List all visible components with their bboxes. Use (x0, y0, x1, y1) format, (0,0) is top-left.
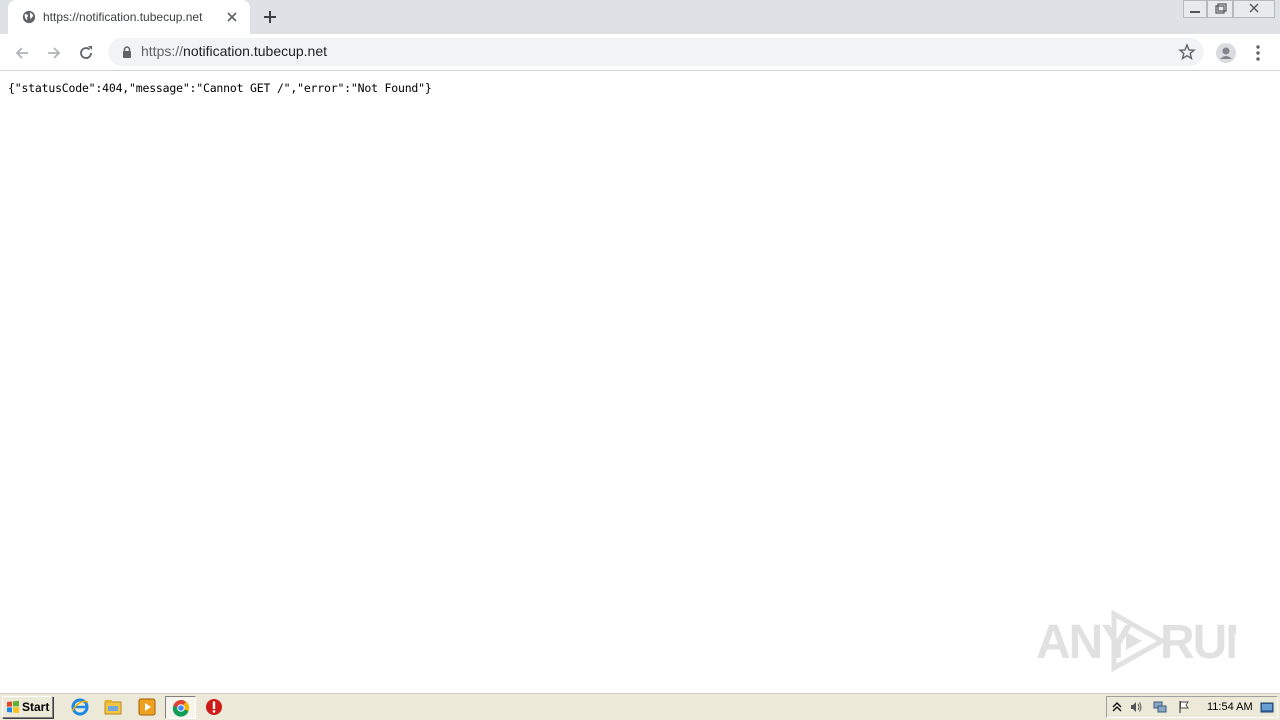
media-player-icon[interactable] (137, 697, 157, 717)
system-tray: 11:54 AM (1106, 696, 1278, 718)
tab-strip: https://notification.tubecup.net (0, 0, 1280, 34)
browser-toolbar: https://notification.tubecup.net (0, 34, 1280, 71)
action-center-flag-icon[interactable] (1177, 700, 1191, 714)
url-text[interactable]: https://notification.tubecup.net (141, 43, 327, 59)
json-response-text: {"statusCode":404,"message":"Cannot GET … (8, 81, 432, 95)
show-hidden-icons-icon[interactable] (1110, 700, 1124, 714)
taskbar: Start 11:54 AM (0, 692, 1280, 720)
globe-icon (22, 10, 36, 24)
windows-logo-icon (7, 700, 19, 713)
url-host: notification.tubecup.net (183, 43, 328, 59)
file-explorer-icon[interactable] (103, 697, 123, 717)
restore-icon (1215, 3, 1227, 14)
watermark-text-left: ANY (1036, 616, 1133, 669)
chrome-icon (172, 700, 190, 717)
volume-icon[interactable] (1129, 700, 1143, 714)
internet-explorer-icon[interactable] (70, 697, 90, 717)
reload-icon[interactable] (76, 43, 96, 63)
close-icon (1249, 3, 1259, 13)
taskbar-clock[interactable]: 11:54 AM (1207, 701, 1253, 713)
bookmark-star-icon[interactable] (1178, 43, 1196, 61)
start-label: Start (22, 700, 50, 714)
taskbar-chrome-button[interactable] (165, 696, 196, 719)
show-desktop-icon[interactable] (1260, 700, 1274, 714)
restore-button[interactable] (1207, 0, 1233, 18)
more-menu-icon[interactable] (1249, 43, 1267, 63)
close-tab-icon[interactable] (224, 9, 240, 25)
start-button[interactable]: Start (2, 696, 53, 718)
page-content: {"statusCode":404,"message":"Cannot GET … (0, 72, 1280, 692)
stop-icon[interactable] (204, 697, 224, 717)
profile-avatar-icon[interactable] (1215, 42, 1237, 64)
url-scheme: https:// (141, 43, 184, 59)
new-tab-icon[interactable] (261, 8, 279, 26)
anyrun-watermark-logo: ANY RUN (1036, 609, 1236, 673)
browser-tab[interactable]: https://notification.tubecup.net (8, 0, 250, 34)
lock-icon[interactable] (120, 45, 134, 59)
tab-title: https://notification.tubecup.net (43, 10, 203, 24)
forward-arrow-icon[interactable] (44, 43, 64, 63)
close-window-button[interactable] (1233, 0, 1275, 18)
minimize-icon (1190, 11, 1200, 13)
watermark-text-right: RUN (1160, 616, 1236, 669)
back-arrow-icon[interactable] (12, 43, 32, 63)
minimize-button[interactable] (1183, 0, 1207, 18)
address-bar[interactable]: https://notification.tubecup.net (108, 38, 1204, 66)
network-icon[interactable] (1153, 700, 1167, 714)
